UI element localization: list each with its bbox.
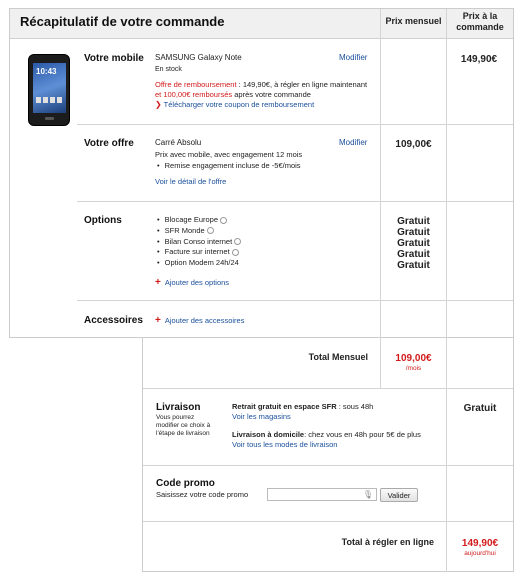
- see-stores-link[interactable]: Voir les magasins: [232, 412, 291, 421]
- page-title: Récapitulatif de votre commande: [20, 14, 225, 29]
- info-icon[interactable]: [220, 216, 228, 224]
- coupon-download-link[interactable]: ❯ Télécharger votre coupon de remboursem…: [155, 100, 314, 109]
- offer-label: Votre offre: [84, 138, 134, 149]
- list-item: • Blocage Europe: [157, 215, 241, 226]
- offer-monthly-price: 109,00€: [395, 139, 432, 150]
- info-icon[interactable]: [206, 227, 214, 235]
- delivery-note-line: Vous pourrez: [156, 414, 195, 421]
- row-divider: [143, 521, 513, 522]
- total-monthly-value: 109,00€: [395, 353, 432, 364]
- mobile-label: Votre mobile: [84, 53, 144, 64]
- col-divider: [380, 9, 381, 338]
- options-prices: Gratuit Gratuit Gratuit Gratuit Gratuit: [381, 216, 446, 271]
- option-price: Gratuit: [397, 216, 430, 227]
- phone-clock: 10:43: [36, 67, 57, 76]
- total-online-label: Total à régler en ligne: [341, 537, 434, 547]
- delivery-note-line: l'étape de livraison: [156, 430, 210, 437]
- add-options-link[interactable]: + Ajouter des options: [155, 277, 229, 288]
- offer-modify-link[interactable]: Modifier: [339, 138, 367, 147]
- info-icon[interactable]: [234, 238, 242, 246]
- accessories-label: Accessoires: [84, 315, 143, 326]
- coupon-link-text: Télécharger votre coupon de remboursemen…: [163, 100, 315, 109]
- list-item: • SFR Monde: [157, 226, 241, 237]
- refund-offer-amount: : 149,90€, à régler en ligne maintenant: [236, 80, 368, 89]
- mobile-name: SAMSUNG Galaxy Note: [155, 53, 242, 62]
- delivery-option-home: Livraison à domicile: chez vous en 48h p…: [232, 430, 421, 439]
- total-online-value: 149,90€: [461, 538, 499, 549]
- promo-prompt: Saisissez votre code promo: [156, 490, 249, 499]
- col-divider: [446, 338, 447, 572]
- app-icons: [36, 97, 63, 103]
- list-item: • Option Modem 24h/24: [157, 258, 241, 269]
- plus-icon: +: [155, 277, 161, 288]
- add-accessories-link[interactable]: + Ajouter des accessoires: [155, 315, 244, 326]
- row-divider: [77, 300, 513, 301]
- option-price: Gratuit: [397, 249, 430, 260]
- home-delivery-title: Livraison à domicile: [232, 430, 305, 439]
- mobile-order-price: 149,90€: [460, 54, 498, 65]
- bullet-icon: •: [157, 215, 160, 224]
- validate-button[interactable]: Valider: [380, 488, 418, 502]
- bullet-icon: •: [157, 247, 160, 257]
- offer-detail-link[interactable]: Voir le détail de l'offre: [155, 177, 226, 186]
- download-chevron-icon: ❯: [155, 100, 162, 109]
- option-label: Bilan Conso internet: [164, 236, 233, 246]
- bullet-icon: •: [157, 161, 160, 170]
- delivery-note-line: modifier ce choix à: [156, 422, 211, 429]
- col-order-header-text: Prix à la commande: [456, 11, 504, 32]
- store-pickup-title: Retrait gratuit en espace SFR: [232, 402, 337, 411]
- row-divider: [143, 388, 513, 389]
- option-label: Blocage Europe: [164, 215, 219, 224]
- refund-offer-text: Offre de remboursement : 149,90€, à régl…: [155, 80, 367, 89]
- row-divider: [143, 465, 513, 466]
- phone-image: 10:43: [28, 54, 70, 126]
- home-delivery-detail: : chez vous en 48h pour 5€ de plus: [304, 430, 421, 439]
- total-monthly-label: Total Mensuel: [308, 352, 368, 362]
- list-item: • Bilan Conso internet: [157, 236, 242, 248]
- delivery-note: Vous pourrez modifier ce choix à l'étape…: [156, 414, 210, 438]
- options-list: • Blocage Europe • SFR Monde • Bilan Conso …: [157, 215, 242, 269]
- option-label: SFR Monde: [164, 225, 205, 235]
- col-monthly-header: Prix mensuel: [385, 16, 442, 26]
- option-price: Gratuit: [397, 238, 430, 249]
- refund-line2: et 100,00€ remboursés après votre comman…: [155, 90, 311, 99]
- bullet-icon: •: [157, 225, 160, 235]
- refund-amount: et 100,00€ remboursés: [155, 90, 233, 99]
- add-options-text: Ajouter des options: [164, 278, 230, 287]
- col-order-header: Prix à la commande: [447, 11, 513, 33]
- list-item: • Facture sur internet: [157, 247, 241, 258]
- option-label: Facture sur internet: [164, 247, 230, 257]
- refund-offer-prefix: Offre de remboursement: [155, 80, 237, 89]
- see-delivery-modes-link[interactable]: Voir tous les modes de livraison: [232, 440, 337, 449]
- option-price: Gratuit: [397, 260, 430, 271]
- total-online-unit: aujourd'hui: [464, 550, 496, 557]
- option-label: Option Modem 24h/24: [164, 258, 239, 268]
- microphone-icon: 🎙: [362, 490, 373, 499]
- info-icon[interactable]: [231, 248, 239, 256]
- store-pickup-detail: : sous 48h: [336, 402, 374, 411]
- promo-code-input[interactable]: 🎙: [267, 488, 377, 501]
- delivery-option-store: Retrait gratuit en espace SFR : sous 48h: [232, 402, 373, 411]
- refund-rest: après votre commande: [232, 90, 311, 99]
- stock-status: En stock: [155, 66, 182, 73]
- mobile-modify-link[interactable]: Modifier: [339, 53, 367, 62]
- options-label: Options: [84, 215, 122, 226]
- delivery-label: Livraison: [156, 402, 201, 413]
- phone-screen: 10:43: [33, 63, 66, 113]
- delivery-price: Gratuit: [463, 403, 497, 414]
- row-divider: [77, 124, 513, 125]
- plus-icon: +: [155, 315, 161, 326]
- home-button: [45, 117, 54, 120]
- bullet-icon: •: [157, 258, 160, 268]
- offer-line2-text: Remise engagement incluse de -5€/mois: [164, 161, 301, 170]
- bullet-icon: •: [157, 236, 160, 246]
- total-monthly-unit: /mois: [405, 365, 422, 372]
- add-accessories-text: Ajouter des accessoires: [164, 316, 245, 325]
- option-price: Gratuit: [397, 227, 430, 238]
- row-divider: [77, 201, 513, 202]
- offer-name: Carré Absolu: [155, 138, 202, 147]
- promo-label: Code promo: [156, 478, 215, 489]
- offer-line2: • Remise engagement incluse de -5€/mois: [157, 161, 301, 170]
- offer-line1: Prix avec mobile, avec engagement 12 moi…: [155, 150, 303, 159]
